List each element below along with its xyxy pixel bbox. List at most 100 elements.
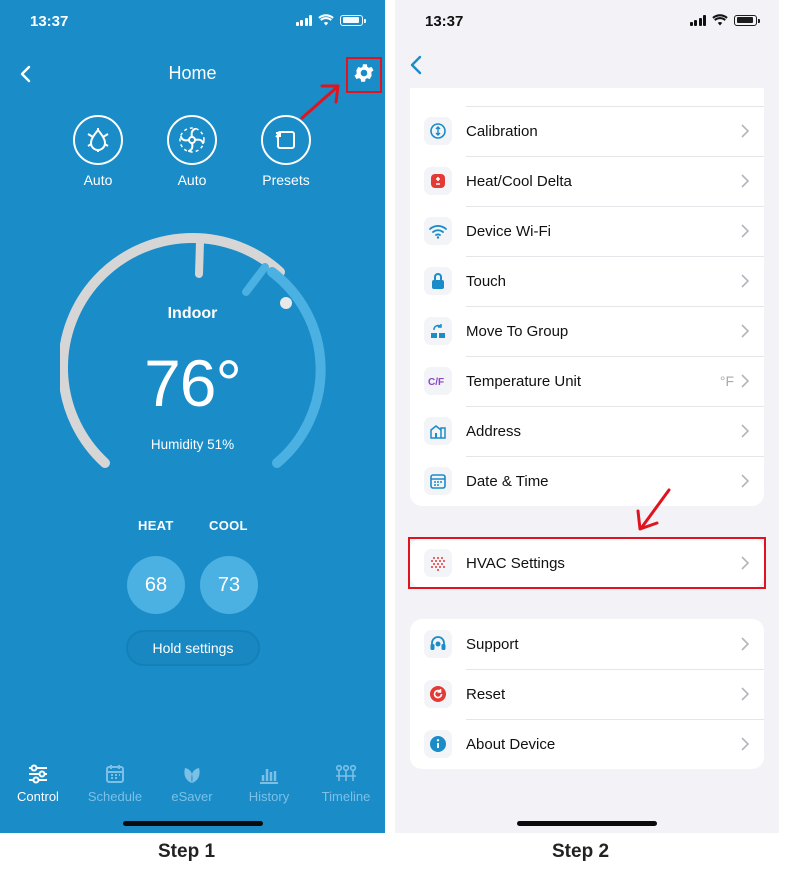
presets-label: Presets (262, 172, 310, 188)
chevron-right-icon (741, 737, 750, 751)
support-label: Support (466, 635, 519, 653)
chevron-right-icon (741, 637, 750, 651)
tab-schedule[interactable]: Schedule (77, 763, 153, 804)
tab-timeline[interactable]: Timeline (308, 763, 384, 804)
back-icon[interactable] (407, 53, 427, 77)
indoor-temperature: 76° (144, 346, 242, 420)
status-bar: 13:37 (0, 0, 385, 44)
settings-group-support: Support Reset About Device (410, 619, 764, 769)
chevron-right-icon (741, 124, 750, 138)
list-item-touch[interactable]: Touch (410, 256, 764, 306)
bar-chart-icon (260, 769, 278, 784)
wifi-icon (429, 225, 447, 239)
status-bar: 13:37 (395, 0, 779, 44)
tab-control-label: Control (17, 789, 59, 804)
presets-icon (275, 131, 295, 149)
status-time: 13:37 (30, 13, 69, 30)
presets-button[interactable]: Presets (256, 115, 316, 188)
tab-control[interactable]: Control (0, 763, 76, 804)
tab-history-label: History (248, 789, 290, 804)
settings-highlight-box (346, 57, 382, 93)
timeline-icon (335, 764, 357, 781)
list-item-heat-cool-delta[interactable]: Heat/Cool Delta (410, 156, 764, 206)
chevron-right-icon (741, 474, 750, 488)
list-item-move-to-group[interactable]: Move To Group (410, 306, 764, 356)
cool-label: COOL (209, 518, 248, 533)
leaf-icon (184, 768, 200, 783)
list-item-calibration[interactable]: Calibration (410, 106, 764, 156)
device-wifi-label: Device Wi-Fi (466, 222, 551, 240)
list-item-about-device[interactable]: About Device (410, 719, 764, 769)
chevron-right-icon (741, 224, 750, 238)
settings-group-device: Calibration Heat/Cool Delta Device Wi-Fi… (410, 56, 764, 506)
chevron-right-icon (741, 374, 750, 388)
tab-schedule-label: Schedule (87, 789, 143, 804)
step1-caption: Step 1 (158, 841, 216, 862)
temperature-unit-label: Temperature Unit (466, 372, 582, 390)
list-item-date-time[interactable]: Date & Time (410, 456, 764, 506)
headset-icon (430, 636, 446, 650)
list-item-temperature-unit[interactable]: C/F Temperature Unit °F (410, 356, 764, 406)
wifi-status-icon (318, 14, 334, 26)
home-indicator (517, 821, 657, 826)
reset-icon (430, 686, 446, 702)
mode-system-button[interactable]: Auto (68, 115, 128, 188)
heat-cool-delta-label: Heat/Cool Delta (466, 172, 572, 190)
header (395, 44, 779, 88)
calibration-label: Calibration (466, 122, 538, 140)
cool-setpoint-button[interactable]: 73 (200, 556, 258, 614)
chevron-right-icon (741, 274, 750, 288)
step2-screen: 13:37 Calibration Heat/Cool Delta Device… (395, 0, 779, 833)
temperature-unit-value: °F (719, 373, 734, 389)
about-device-label: About Device (466, 735, 556, 753)
battery-icon (340, 14, 366, 26)
touch-label: Touch (466, 272, 507, 290)
tab-esaver[interactable]: eSaver (154, 763, 230, 804)
step2-caption: Step 2 (552, 841, 610, 862)
hold-settings-button[interactable]: Hold settings (126, 630, 260, 666)
heat-setpoint-button[interactable]: 68 (127, 556, 185, 614)
chevron-right-icon (741, 324, 750, 338)
list-item-device-wifi[interactable]: Device Wi-Fi (410, 206, 764, 256)
calendar-icon (106, 765, 124, 783)
humidity-readout: Humidity 51% (150, 437, 235, 452)
red-arrow-pointer (636, 488, 671, 531)
cool-setpoint-handle[interactable] (242, 263, 269, 296)
calendar-icon (430, 474, 446, 489)
tab-timeline-label: Timeline (321, 789, 371, 804)
mode-fan-button[interactable]: Auto (162, 115, 222, 188)
cf-icon: C/F (428, 377, 444, 388)
mode-system-label: Auto (83, 172, 113, 188)
svg-text:C/F: C/F (428, 377, 444, 388)
wifi-status-icon (712, 14, 728, 26)
list-item-address[interactable]: Address (410, 406, 764, 456)
address-label: Address (466, 422, 522, 440)
fan-icon (179, 127, 205, 153)
tab-esaver-label: eSaver (171, 789, 213, 804)
tab-history[interactable]: History (231, 763, 307, 804)
chevron-right-icon (741, 174, 750, 188)
delta-icon (431, 174, 445, 188)
heat-setpoint-handle[interactable] (195, 238, 204, 278)
cellular-signal-icon (689, 14, 706, 26)
sliders-icon (29, 764, 47, 784)
chevron-right-icon (741, 424, 750, 438)
chevron-right-icon (741, 687, 750, 701)
mode-fan-label: Auto (177, 172, 207, 188)
lock-icon (432, 273, 444, 289)
home-indicator (122, 821, 263, 826)
tab-bar: Control Schedule eSaver History Timeline (0, 763, 385, 813)
list-item-support[interactable]: Support (410, 619, 764, 669)
battery-icon (734, 14, 760, 26)
building-icon (430, 425, 446, 439)
group-icon (431, 324, 445, 338)
list-item-reset[interactable]: Reset (410, 669, 764, 719)
step1-screen: 13:37 Home Auto Auto Presets Indoor 76° … (0, 0, 385, 833)
date-time-label: Date & Time (466, 472, 549, 490)
info-icon (430, 736, 446, 752)
status-time: 13:37 (425, 13, 464, 30)
reset-label: Reset (466, 685, 506, 703)
indoor-label: Indoor (167, 305, 218, 322)
red-arrow-pointer (300, 84, 340, 120)
heat-label: HEAT (138, 518, 174, 533)
